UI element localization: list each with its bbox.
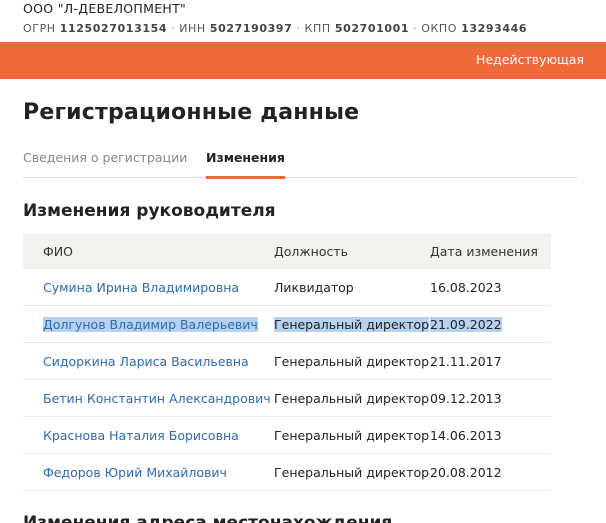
column-header-position: Должность — [274, 244, 349, 259]
change-date: 21.11.2017 — [430, 354, 502, 369]
table-row: Бетин Константин Александрович Генеральн… — [23, 380, 551, 417]
status-label: Недействующая — [476, 52, 584, 67]
director-name-link[interactable]: Долгунов Владимир Валерьевич — [43, 317, 258, 332]
separator-dot: · — [296, 22, 301, 35]
selected-text: Долгунов Владимир Валерьевич — [43, 317, 258, 332]
registration-codes: ОГРН 1125027013154 · ИНН 5027190397 · КПП 50… — [23, 22, 527, 35]
change-date: 20.08.2012 — [430, 465, 502, 480]
ogrn-label: ОГРН — [23, 22, 56, 35]
change-date: 14.06.2013 — [430, 428, 502, 443]
tab-registration-info[interactable]: Сведения о регистрации — [23, 150, 187, 178]
table-row: Долгунов Владимир Валерьевич Генеральный… — [23, 306, 551, 343]
separator-dot: · — [171, 22, 176, 35]
tabs-bar: Сведения о регистрации Изменения — [23, 148, 578, 179]
inn-value: 5027190397 — [209, 22, 293, 35]
selected-text: 21.09.2022 — [430, 317, 502, 332]
column-header-name: ФИО — [43, 244, 73, 259]
director-position: Генеральный директор — [274, 354, 430, 369]
tab-changes[interactable]: Изменения — [206, 150, 285, 179]
change-date: 21.09.2022 — [430, 317, 502, 332]
table-row: Сумина Ирина Владимировна Ликвидатор 16.… — [23, 269, 551, 306]
director-position: Генеральный директор — [274, 391, 430, 406]
ogrn-value: 1125027013154 — [59, 22, 168, 35]
director-name-link[interactable]: Федоров Юрий Михайлович — [43, 465, 227, 480]
kpp-value: 502701001 — [334, 22, 410, 35]
table-header: ФИО Должность Дата изменения — [23, 234, 551, 269]
selected-text: Генеральный директор — [274, 317, 430, 332]
company-name: ООО "Л-ДЕВЕЛОПМЕНТ" — [23, 1, 187, 16]
separator-dot: · — [413, 22, 418, 35]
okpo-value: 13293446 — [461, 22, 528, 35]
director-position: Генеральный директор — [274, 465, 430, 480]
director-position: Генеральный директор — [274, 428, 430, 443]
status-bar: Недействующая — [0, 42, 606, 79]
column-header-date: Дата изменения — [430, 244, 538, 259]
address-section-title: Изменения адреса местонахождения — [23, 513, 393, 523]
director-name-link[interactable]: Сумина Ирина Владимировна — [43, 280, 239, 295]
kpp-label: КПП — [304, 22, 331, 35]
director-name-link[interactable]: Краснова Наталия Борисовна — [43, 428, 239, 443]
director-name-link[interactable]: Сидоркина Лариса Васильевна — [43, 354, 249, 369]
change-date: 16.08.2023 — [430, 280, 502, 295]
inn-label: ИНН — [179, 22, 206, 35]
director-position: Генеральный директор — [274, 317, 430, 332]
director-name-link[interactable]: Бетин Константин Александрович — [43, 391, 271, 406]
change-date: 09.12.2013 — [430, 391, 502, 406]
director-position: Ликвидатор — [274, 280, 354, 295]
okpo-label: ОКПО — [421, 22, 458, 35]
directors-section-title: Изменения руководителя — [23, 201, 276, 221]
table-row: Сидоркина Лариса Васильевна Генеральный … — [23, 343, 551, 380]
table-row: Краснова Наталия Борисовна Генеральный д… — [23, 417, 551, 454]
directors-table: ФИО Должность Дата изменения Сумина Ирин… — [23, 234, 551, 491]
page-title: Регистрационные данные — [23, 100, 360, 125]
table-row: Федоров Юрий Михайлович Генеральный дире… — [23, 454, 551, 491]
